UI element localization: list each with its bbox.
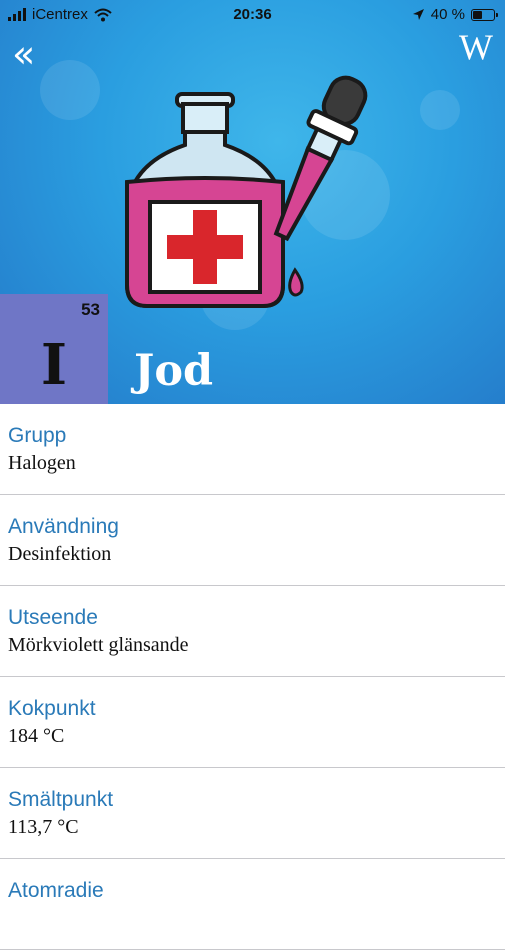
iodine-bottle-illustration — [125, 75, 368, 308]
location-arrow-icon — [412, 9, 424, 20]
element-name: Jod — [134, 346, 214, 396]
property-label: Användning — [8, 515, 119, 538]
property-row: Användning Desinfektion — [0, 495, 505, 586]
property-row: Utseende Mörkviolett glänsande — [0, 586, 505, 677]
bottle-icon — [125, 92, 285, 308]
property-row: Smältpunkt 113,7 °C — [0, 768, 505, 859]
hero-banner: iCentrex 20:36 40 % « W 53 I Jod — [0, 0, 505, 404]
wikipedia-button[interactable]: W — [459, 26, 493, 68]
property-value: Halogen — [8, 452, 76, 474]
bokeh-circle — [420, 90, 460, 130]
element-symbol: I — [40, 332, 68, 398]
battery-percent: 40 % — [430, 6, 465, 23]
property-row: Grupp Halogen — [0, 404, 505, 495]
property-value: 113,7 °C — [8, 816, 79, 838]
drop-icon — [288, 267, 304, 297]
property-value: Mörkviolett glänsande — [8, 634, 189, 656]
property-value — [8, 903, 505, 907]
battery-icon — [471, 8, 498, 21]
property-value: Desinfektion — [8, 543, 112, 565]
bokeh-circle — [40, 60, 100, 120]
property-row: Atomradie — [0, 859, 505, 950]
property-label: Utseende — [8, 606, 98, 629]
double-chevron-left-icon: « — [12, 32, 36, 76]
property-value: 184 °C — [8, 725, 65, 747]
atomic-number: 53 — [81, 300, 100, 319]
back-button[interactable]: « — [12, 35, 35, 73]
property-row: Kokpunkt 184 °C — [0, 677, 505, 768]
status-right: 40 % — [412, 6, 498, 23]
property-label: Kokpunkt — [8, 697, 96, 720]
element-tile: 53 I — [0, 294, 108, 404]
property-label: Atomradie — [8, 879, 104, 902]
status-bar: iCentrex 20:36 40 % — [0, 0, 505, 30]
properties-list: Grupp Halogen Användning Desinfektion Ut… — [0, 404, 505, 950]
property-label: Grupp — [8, 424, 67, 447]
property-label: Smältpunkt — [8, 788, 114, 811]
